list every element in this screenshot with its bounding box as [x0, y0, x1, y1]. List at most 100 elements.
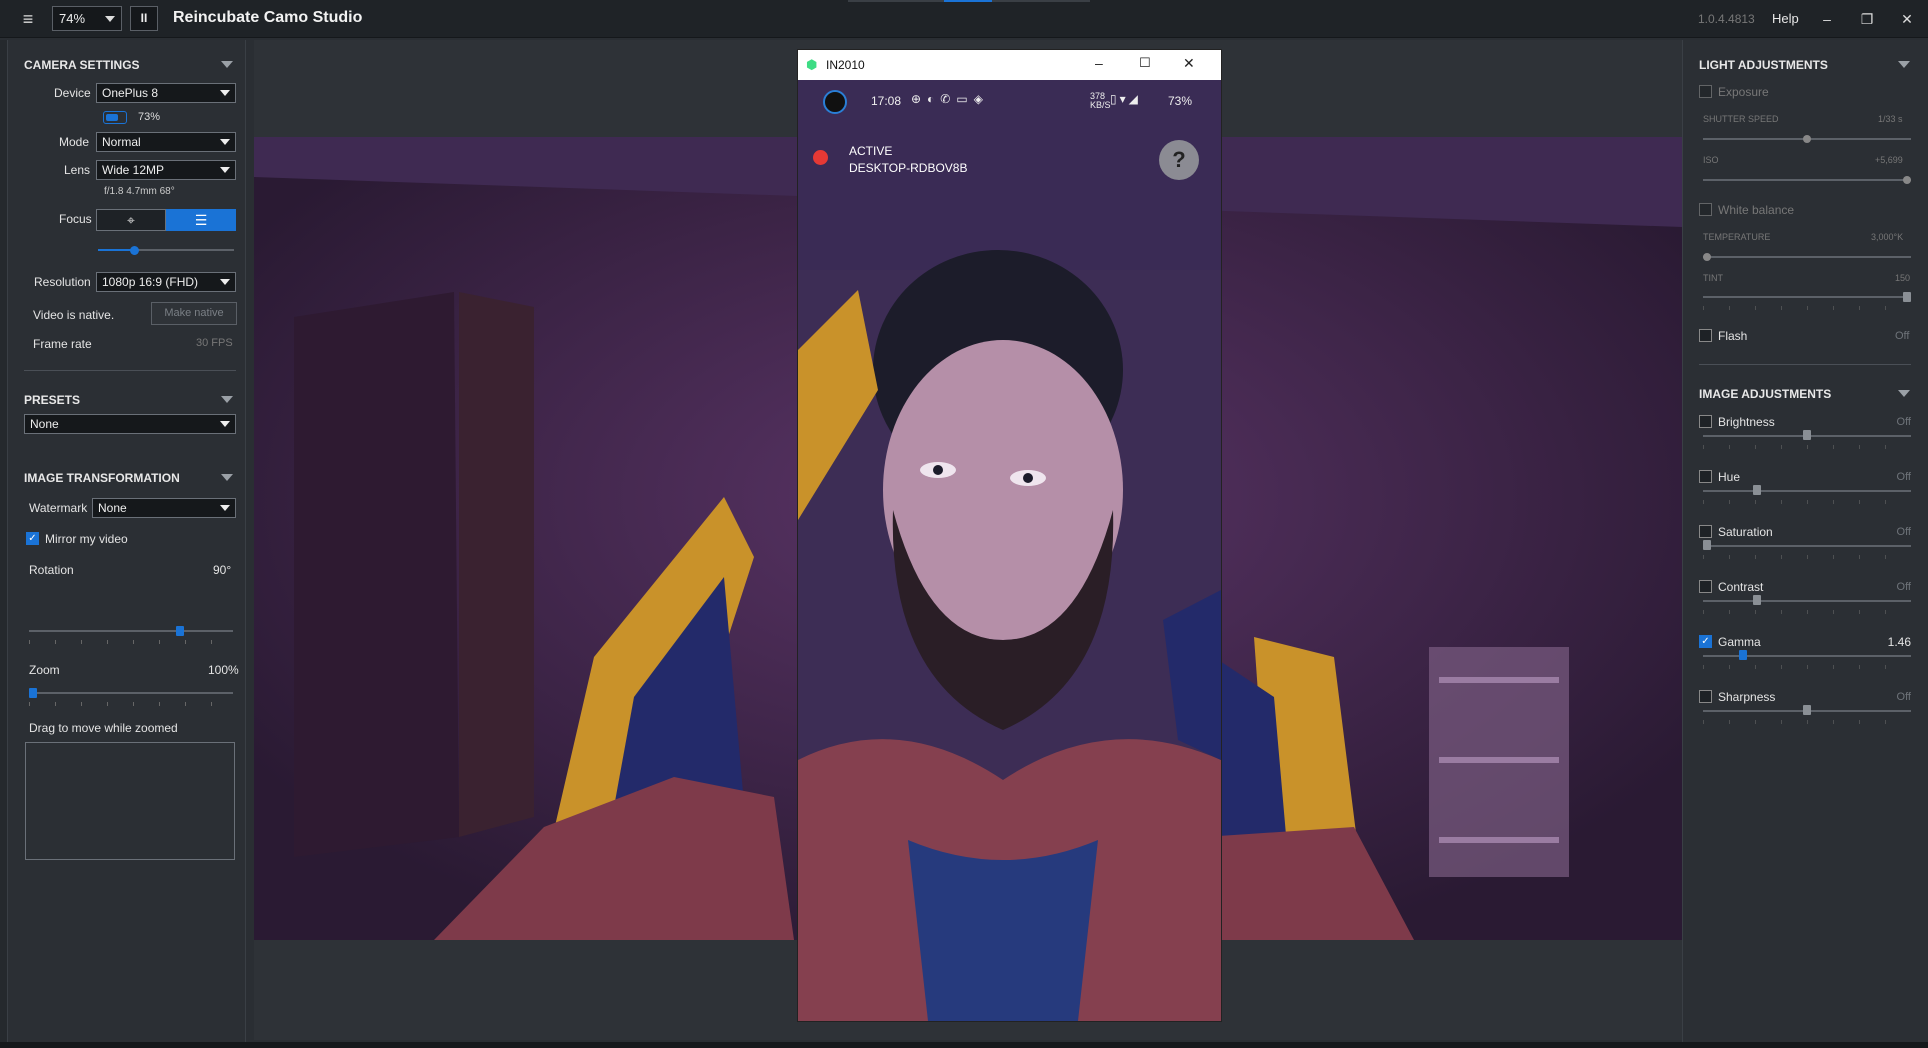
close-icon[interactable]: ✕: [1896, 8, 1918, 30]
version-label: 1.0.4.4813: [1698, 12, 1755, 26]
image-adjustment-row: Hue Off: [1699, 470, 1911, 520]
mirror-checkbox[interactable]: ✓: [26, 532, 39, 545]
flash-checkbox[interactable]: [1699, 329, 1712, 342]
android-icon: ⬢: [806, 57, 818, 72]
gamma-slider-thumb[interactable]: [1739, 650, 1747, 660]
brightness-slider-ticks: [1703, 445, 1911, 449]
phone-maximize-icon[interactable]: ☐: [1139, 55, 1151, 71]
exposure-checkbox[interactable]: [1699, 85, 1712, 98]
gamma-slider-ticks: [1703, 665, 1911, 669]
gamma-slider[interactable]: [1703, 649, 1911, 669]
phone-battery: 73%: [1168, 94, 1193, 108]
zoom-pan-area[interactable]: [25, 742, 235, 860]
temperature-slider[interactable]: [1703, 252, 1911, 262]
resolution-label: Resolution: [34, 275, 91, 289]
crosshair-icon: ⌖: [127, 212, 135, 228]
brightness-value: Off: [1896, 416, 1911, 428]
brightness-slider[interactable]: [1703, 429, 1911, 449]
lens-label: Lens: [64, 163, 91, 177]
mode-select[interactable]: Normal: [96, 132, 236, 152]
presets-collapse-icon[interactable]: [221, 396, 233, 403]
pause-button[interactable]: II: [130, 6, 158, 31]
hue-label: Hue: [1718, 470, 1741, 484]
framerate-label: Frame rate: [33, 337, 92, 351]
phone-window-titlebar[interactable]: ⬢ IN2010 – ☐ ✕: [798, 50, 1221, 80]
saturation-checkbox[interactable]: [1699, 525, 1712, 538]
tint-value: 150: [1895, 273, 1911, 283]
tint-slider-thumb[interactable]: [1903, 292, 1911, 302]
sliders-icon: ☰: [194, 212, 208, 228]
image-adjustment-row: Contrast Off: [1699, 580, 1911, 630]
camera-settings-collapse-icon[interactable]: [221, 61, 233, 68]
resolution-value: 1080p 16:9 (FHD): [102, 275, 199, 289]
zoom-slider[interactable]: [29, 686, 233, 706]
device-select[interactable]: OnePlus 8: [96, 83, 236, 103]
zoom-slider-thumb[interactable]: [29, 688, 37, 698]
phone-mirror-window[interactable]: ⬢ IN2010 – ☐ ✕ 17:08 ⊕◐✆▭◈ 378 KB/S ▯▾◢ …: [797, 49, 1222, 1022]
focus-slider-thumb[interactable]: [130, 246, 139, 255]
rotation-slider[interactable]: [29, 624, 233, 644]
gamma-checkbox[interactable]: ✓: [1699, 635, 1712, 648]
watermark-select[interactable]: None: [92, 498, 236, 518]
shutter-slider-thumb[interactable]: [1803, 135, 1811, 143]
brightness-slider-thumb[interactable]: [1803, 430, 1811, 440]
image-transformation-collapse-icon[interactable]: [221, 474, 233, 481]
presets-title: PRESETS: [24, 393, 81, 407]
zoom-value: 74%: [59, 11, 86, 26]
battery-level: 73%: [138, 111, 161, 123]
rotation-slider-track: [29, 630, 233, 632]
make-native-button[interactable]: Make native: [151, 302, 237, 325]
left-edge-strip: [0, 40, 8, 1042]
hue-slider-thumb[interactable]: [1753, 485, 1761, 495]
network-speed: 378 KB/S: [1090, 91, 1111, 110]
phone-minimize-icon[interactable]: –: [1095, 55, 1103, 71]
tint-slider[interactable]: [1703, 292, 1911, 310]
minimize-icon[interactable]: –: [1816, 8, 1838, 30]
contrast-slider-thumb[interactable]: [1753, 595, 1761, 605]
help-menu[interactable]: Help: [1772, 11, 1799, 26]
sharpness-slider-thumb[interactable]: [1803, 705, 1811, 715]
rotation-slider-thumb[interactable]: [176, 626, 184, 636]
focus-slider[interactable]: [98, 244, 234, 256]
framerate-value: 30 FPS: [196, 337, 233, 349]
connected-host: DESKTOP-RDBOV8B: [849, 161, 968, 175]
zoom-slider-ticks: [29, 702, 233, 706]
hue-checkbox[interactable]: [1699, 470, 1712, 483]
restore-icon[interactable]: ❐: [1856, 8, 1878, 30]
saturation-slider-thumb[interactable]: [1703, 540, 1711, 550]
presets-select[interactable]: None: [24, 414, 236, 434]
iso-slider-thumb[interactable]: [1903, 176, 1911, 184]
shutter-slider[interactable]: [1703, 134, 1911, 144]
focus-manual-button[interactable]: ☰: [166, 209, 236, 231]
focus-auto-button[interactable]: ⌖: [96, 209, 166, 231]
lens-select[interactable]: Wide 12MP: [96, 160, 236, 180]
contrast-checkbox[interactable]: [1699, 580, 1712, 593]
image-adjustments-collapse-icon[interactable]: [1898, 390, 1910, 397]
hue-slider[interactable]: [1703, 484, 1911, 504]
sharpness-checkbox[interactable]: [1699, 690, 1712, 703]
light-adjustments-collapse-icon[interactable]: [1898, 61, 1910, 68]
temperature-slider-thumb[interactable]: [1703, 253, 1711, 261]
mode-value: Normal: [102, 135, 141, 149]
light-adjustments-title: LIGHT ADJUSTMENTS: [1699, 58, 1828, 72]
saturation-slider[interactable]: [1703, 539, 1911, 559]
resolution-select[interactable]: 1080p 16:9 (FHD): [96, 272, 236, 292]
contrast-slider[interactable]: [1703, 594, 1911, 614]
iso-slider[interactable]: [1703, 175, 1911, 185]
brightness-checkbox[interactable]: [1699, 415, 1712, 428]
phone-close-icon[interactable]: ✕: [1183, 55, 1195, 72]
sharpness-slider[interactable]: [1703, 704, 1911, 724]
hue-slider-ticks: [1703, 500, 1911, 504]
signal-icons: ▯▾◢: [1110, 92, 1141, 106]
saturation-slider-ticks: [1703, 555, 1911, 559]
native-status: Video is native.: [33, 308, 115, 322]
phone-help-button[interactable]: ?: [1159, 140, 1199, 180]
white-balance-checkbox[interactable]: [1699, 203, 1712, 216]
hamburger-menu-icon[interactable]: ≡: [16, 10, 40, 28]
zoom-select[interactable]: 74%: [52, 6, 122, 31]
exposure-label: Exposure: [1718, 85, 1769, 99]
top-tab-active-indicator: [944, 0, 992, 2]
focus-slider-fill: [98, 249, 134, 251]
rotation-label: Rotation: [29, 563, 74, 577]
flash-label: Flash: [1718, 329, 1748, 343]
